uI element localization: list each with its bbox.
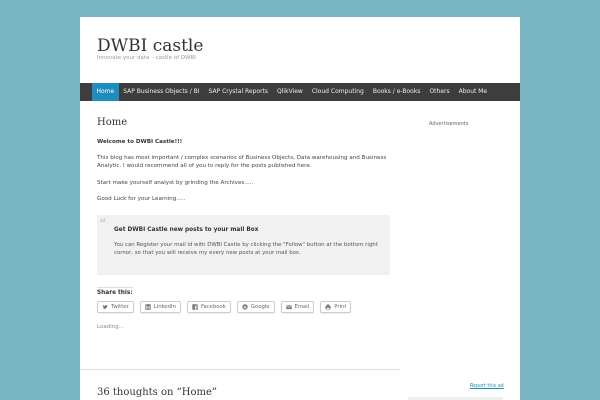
share-linkedin-label: LinkedIn (153, 304, 176, 311)
site-description: Innovate your data – castle of DWBI (97, 55, 196, 61)
quote-text: You can Register your mail id with DWBI … (114, 242, 378, 257)
advertisements-label: Advertisements (429, 121, 469, 127)
linkedin-icon (145, 304, 151, 310)
nav-item-cloud-computing[interactable]: Cloud Computing (307, 83, 368, 101)
share-print-label: Print (334, 304, 347, 311)
share-twitter-label: Twitter (111, 304, 129, 311)
content-divider (80, 369, 400, 370)
loading-text: Loading... (97, 324, 124, 331)
share-linkedin-button[interactable]: LinkedIn (139, 301, 181, 314)
intro-paragraph: This blog has most important / complex s… (97, 155, 387, 170)
share-google-label: Google (250, 304, 270, 311)
entry-content: Home Welcome to DWBI Castle!!! This blog… (97, 117, 393, 330)
share-print-button[interactable]: Print (320, 301, 352, 314)
site-title[interactable]: DWBI castle (97, 36, 203, 56)
share-facebook-label: Facebook (200, 304, 226, 311)
twitter-icon (102, 304, 108, 310)
print-icon (325, 304, 331, 310)
nav-item-about-me[interactable]: About Me (454, 83, 492, 101)
nav-item-home[interactable]: Home (92, 83, 119, 101)
page-title: Home (97, 117, 128, 128)
quote-mark-icon: “ (99, 217, 107, 234)
nav-item-books[interactable]: Books / e-Books (368, 83, 425, 101)
archives-paragraph: Start make yourself analyst by grinding … (97, 179, 254, 186)
share-heading: Share this: (97, 287, 133, 296)
nav-item-others[interactable]: Others (425, 83, 454, 101)
google-icon: G (242, 304, 248, 310)
share-facebook-button[interactable]: Facebook (186, 301, 231, 314)
nav-item-sap-crystal-reports[interactable]: SAP Crystal Reports (204, 83, 273, 101)
share-twitter-button[interactable]: Twitter (97, 301, 134, 314)
nav-item-qlikview[interactable]: QlikView (273, 83, 308, 101)
good-luck-paragraph: Good Luck for your Learning..... (97, 195, 186, 202)
welcome-text: Welcome to DWBI Castle!!! (97, 139, 183, 145)
quote-title: Get DWBI Castle new posts to your mail B… (114, 227, 259, 234)
nav-item-sap-business-objects[interactable]: SAP Business Objects / BI (119, 83, 204, 101)
subscribe-blockquote: “ Get DWBI Castle new posts to your mail… (97, 215, 390, 276)
comments-title: 36 thoughts on “Home” (97, 387, 217, 398)
page-container: DWBI castle Innovate your data – castle … (80, 17, 520, 400)
svg-text:G: G (243, 304, 246, 309)
email-icon (285, 305, 292, 310)
facebook-icon (192, 304, 198, 310)
report-ad-link[interactable]: Report this ad (470, 384, 504, 389)
share-google-button[interactable]: G Google (236, 301, 275, 314)
main-navigation: Home SAP Business Objects / BI SAP Cryst… (80, 83, 520, 101)
share-buttons: Twitter LinkedIn Facebook G Google Email… (97, 301, 393, 314)
share-email-label: Email (294, 304, 310, 311)
share-email-button[interactable]: Email (280, 301, 315, 314)
